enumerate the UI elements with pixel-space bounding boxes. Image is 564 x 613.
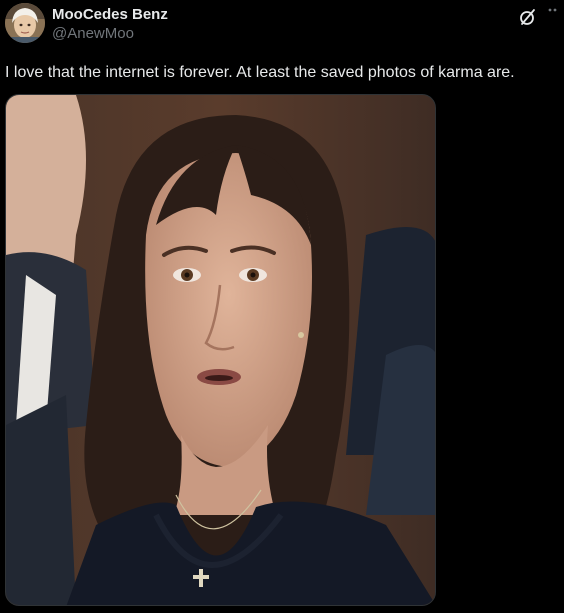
more-dots-icon[interactable] [546, 5, 562, 21]
avatar[interactable] [5, 3, 45, 43]
display-name[interactable]: MooCedes Benz [52, 5, 168, 24]
tweet-media-photo[interactable] [5, 94, 436, 606]
tweet-text: I love that the internet is forever. At … [5, 64, 515, 81]
author-names: MooCedes Benz @AnewMoo [52, 5, 168, 43]
grok-icon[interactable] [518, 7, 538, 27]
user-handle[interactable]: @AnewMoo [52, 24, 168, 43]
tweet-header: MooCedes Benz @AnewMoo [5, 3, 564, 47]
tweet: MooCedes Benz @AnewMoo I love that the i… [0, 0, 564, 613]
